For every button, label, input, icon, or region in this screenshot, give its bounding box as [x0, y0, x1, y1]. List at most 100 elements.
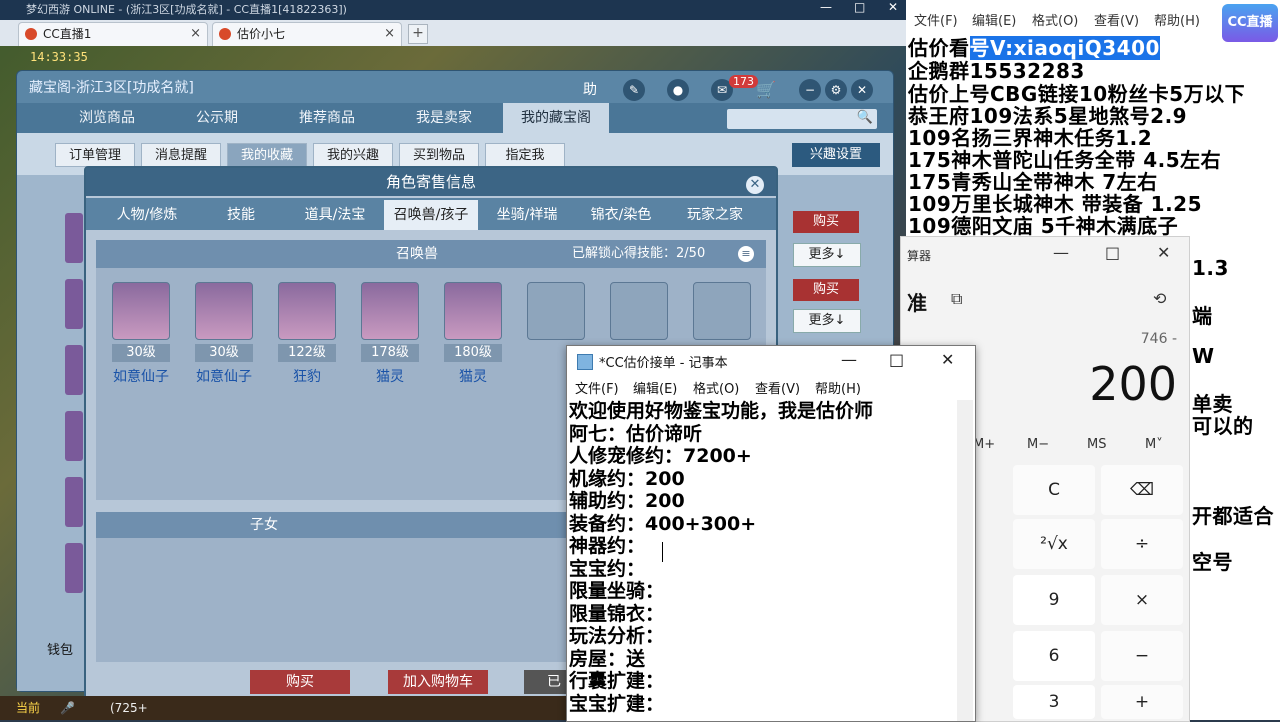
close-icon[interactable]: ✕	[746, 176, 764, 194]
buy-button[interactable]: 购买	[793, 279, 859, 301]
menu-icon[interactable]: ≡	[738, 246, 754, 262]
close-icon[interactable]: ✕	[941, 350, 954, 369]
menu-file[interactable]: 文件(F)	[575, 378, 619, 397]
tab-pets[interactable]: 召唤兽/孩子	[384, 200, 478, 230]
close-icon[interactable]: ✕	[851, 79, 873, 101]
tab-character[interactable]: 人物/修炼	[102, 200, 192, 230]
tab-home[interactable]: 玩家之家	[670, 200, 760, 230]
tab-browse[interactable]: 浏览商品	[57, 103, 157, 133]
empty-slot	[610, 282, 668, 340]
notepad-text-area[interactable]: 欢迎使用好物鉴宝功能，我是估价师 阿七：估价谛听 人修宠修约：7200+ 机缘约…	[569, 400, 949, 715]
pet-card[interactable]: 180级 猫灵	[444, 282, 502, 386]
add-to-cart-button[interactable]: 加入购物车	[388, 670, 488, 694]
menu-file[interactable]: 文件(F)	[914, 10, 958, 29]
mic-icon[interactable]: 🎤	[60, 696, 75, 720]
settings-icon[interactable]: ⚙	[825, 79, 847, 101]
menu-format[interactable]: 格式(O)	[693, 378, 739, 397]
cart-icon[interactable]: 🛒	[755, 79, 777, 101]
keep-on-top-icon[interactable]: ⧉	[951, 289, 962, 309]
sqrt-button[interactable]: ²√x	[1013, 519, 1095, 569]
digit-6-button[interactable]: 6	[1013, 631, 1095, 681]
tab-public[interactable]: 公示期	[167, 103, 267, 133]
menu-help[interactable]: 帮助(H)	[815, 378, 861, 397]
pet-portrait[interactable]	[278, 282, 336, 340]
tab-recommend[interactable]: 推荐商品	[277, 103, 377, 133]
menu-edit[interactable]: 编辑(E)	[633, 378, 677, 397]
minimize-icon[interactable]: —	[841, 350, 857, 369]
maximize-icon[interactable]: □	[889, 350, 904, 369]
list-item-thumb[interactable]	[65, 345, 83, 395]
memory-add[interactable]: M+	[973, 437, 995, 452]
pet-card[interactable]: 30级 如意仙子	[112, 282, 170, 386]
tab-items[interactable]: 道具/法宝	[290, 200, 380, 230]
minimize-icon[interactable]: —	[820, 0, 832, 14]
divide-button[interactable]: ÷	[1101, 519, 1183, 569]
history-icon[interactable]: ⟲	[1153, 289, 1166, 308]
clear-button[interactable]: C	[1013, 465, 1095, 515]
subtab-interests[interactable]: 我的兴趣	[313, 143, 393, 167]
maximize-icon[interactable]: □	[1105, 243, 1120, 262]
memory-recall[interactable]: M˅	[1145, 437, 1163, 452]
memory-store[interactable]: MS	[1087, 437, 1106, 452]
calculator-title: 算器	[907, 249, 932, 263]
pet-card[interactable]: 178级 猫灵	[361, 282, 419, 386]
tab-close-icon[interactable]: ×	[384, 23, 395, 45]
menu-view[interactable]: 查看(V)	[1094, 10, 1139, 29]
pet-portrait[interactable]	[195, 282, 253, 340]
tab-mounts[interactable]: 坐骑/祥瑞	[482, 200, 572, 230]
tab-skills[interactable]: 技能	[196, 200, 286, 230]
subtab-orders[interactable]: 订单管理	[55, 143, 135, 167]
minimize-icon[interactable]: −	[799, 79, 821, 101]
list-item-thumb[interactable]	[65, 477, 83, 527]
more-button[interactable]: 更多↓	[793, 309, 861, 333]
list-item-thumb[interactable]	[65, 279, 83, 329]
browser-tab-estimate[interactable]: 估价小七 ×	[212, 22, 402, 46]
pet-portrait[interactable]	[444, 282, 502, 340]
vertical-scrollbar[interactable]	[957, 400, 973, 721]
pet-card[interactable]: 30级 如意仙子	[195, 282, 253, 386]
backspace-button[interactable]: ⌫	[1101, 465, 1183, 515]
search-input[interactable]: 🔍	[727, 109, 877, 129]
help-button[interactable]: 助	[583, 79, 597, 99]
more-button[interactable]: 更多↓	[793, 243, 861, 267]
multiply-button[interactable]: ×	[1101, 575, 1183, 625]
tab-close-icon[interactable]: ×	[190, 23, 201, 45]
pet-card[interactable]: 122级 狂豹	[278, 282, 336, 386]
plus-button[interactable]: +	[1101, 685, 1183, 719]
maximize-icon[interactable]: □	[854, 0, 865, 14]
search-icon[interactable]: 🔍	[857, 110, 873, 125]
stop-icon[interactable]: ●	[667, 79, 689, 101]
menu-format[interactable]: 格式(O)	[1032, 10, 1078, 29]
tab-outfits[interactable]: 锦衣/染色	[576, 200, 666, 230]
browser-window-controls[interactable]: — □ ✕	[810, 0, 910, 20]
menu-edit[interactable]: 编辑(E)	[972, 10, 1016, 29]
subtab-messages[interactable]: 消息提醒	[141, 143, 221, 167]
subtab-bought[interactable]: 买到物品	[399, 143, 479, 167]
buy-button[interactable]: 购买	[793, 211, 859, 233]
subtab-assigned[interactable]: 指定我	[485, 143, 565, 167]
list-item-thumb[interactable]	[65, 411, 83, 461]
close-icon[interactable]: ✕	[888, 0, 898, 14]
current-channel[interactable]: 当前	[16, 696, 40, 720]
pet-portrait[interactable]	[112, 282, 170, 340]
subtab-favorites[interactable]: 我的收藏	[227, 143, 307, 167]
close-icon[interactable]: ✕	[1157, 243, 1170, 262]
pet-level: 122级	[278, 344, 336, 362]
minus-button[interactable]: −	[1101, 631, 1183, 681]
minimize-icon[interactable]: —	[1053, 243, 1069, 262]
menu-help[interactable]: 帮助(H)	[1154, 10, 1200, 29]
browser-tab-cc[interactable]: CC直播1 ×	[18, 22, 208, 46]
new-tab-button[interactable]: +	[408, 24, 428, 44]
menu-view[interactable]: 查看(V)	[755, 378, 800, 397]
memory-subtract[interactable]: M−	[1027, 437, 1049, 452]
tab-my-pavilion[interactable]: 我的藏宝阁	[503, 103, 609, 133]
list-item-thumb[interactable]	[65, 543, 83, 593]
tool-icon[interactable]: ✎	[623, 79, 645, 101]
list-item-thumb[interactable]	[65, 213, 83, 263]
digit-9-button[interactable]: 9	[1013, 575, 1095, 625]
digit-3-button[interactable]: 3	[1013, 685, 1095, 719]
pet-portrait[interactable]	[361, 282, 419, 340]
interest-settings-button[interactable]: 兴趣设置	[792, 143, 880, 167]
tab-seller[interactable]: 我是卖家	[389, 103, 499, 133]
buy-button[interactable]: 购买	[250, 670, 350, 694]
